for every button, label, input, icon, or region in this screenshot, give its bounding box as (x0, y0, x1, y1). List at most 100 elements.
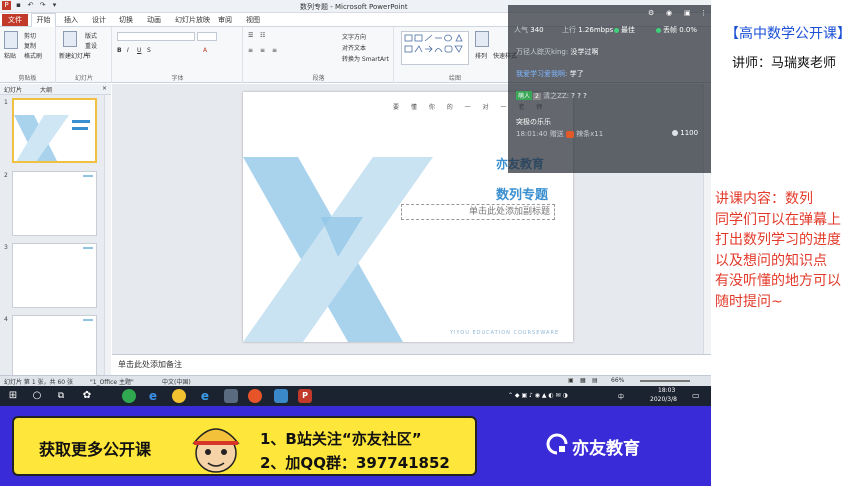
teacher-info-panel: 【高中数学公开课】 讲师：马瑞爽老师 讲课内容：数列 同学们可以在弹幕上 打出数… (711, 0, 864, 486)
powerpoint-icon[interactable]: P (298, 389, 312, 403)
tab-transitions[interactable]: 切换 (119, 15, 133, 25)
arrange-icon[interactable] (475, 31, 489, 47)
tab-view[interactable]: 视图 (246, 15, 260, 25)
status-bar: 幻灯片 第 1 张，共 60 张 "1_Office 主题" 中文(中国) ▣ … (0, 375, 711, 386)
firefox-icon[interactable] (248, 389, 262, 403)
new-slide-icon[interactable] (63, 31, 77, 47)
chat-text: 没学过啊 (570, 48, 599, 56)
cut-button[interactable]: 剪切 (24, 31, 36, 40)
smartart-button[interactable]: 转换为 SmartArt (342, 54, 389, 63)
promo-banner: 获取更多公开课 1、B站关注“亦友社区” 2、加QQ群：397741852 亦友… (0, 406, 711, 486)
slide-thumbnail-2[interactable] (12, 171, 97, 236)
slide-thumbnail-1[interactable] (12, 98, 97, 163)
tab-design[interactable]: 设计 (92, 15, 106, 25)
align-center-icon[interactable]: ≡ (260, 47, 265, 54)
slide-thumb-art (14, 115, 90, 161)
ie-icon[interactable]: e (198, 389, 212, 403)
drawing-group: 排列 快速样式 绘图 (395, 27, 517, 83)
gift-time: 18:01:40 (516, 130, 548, 138)
quick-access-toolbar: P ▪ ↶ ↷ ▾ (2, 1, 59, 10)
quality-value: 最佳 (621, 26, 635, 34)
reading-view-icon[interactable]: ▤ (592, 377, 598, 384)
format-painter-button[interactable]: 格式刷 (24, 51, 42, 60)
notes-placeholder: 单击此处添加备注 (118, 360, 182, 369)
tab-review[interactable]: 审阅 (218, 15, 232, 25)
language-indicator[interactable]: 中文(中国) (162, 377, 191, 386)
ppt-logo-icon[interactable]: P (2, 1, 11, 10)
gift-action: 赠送 (549, 130, 564, 138)
italic-icon[interactable]: I (127, 47, 129, 54)
chrome-icon[interactable] (172, 389, 186, 403)
undo-icon[interactable]: ↶ (26, 1, 35, 10)
edge-icon[interactable]: e (146, 389, 160, 403)
underline-icon[interactable]: U (137, 47, 141, 54)
section-button[interactable]: 节 (85, 51, 91, 60)
quality-stat: 最佳 (614, 25, 635, 35)
numbering-icon[interactable]: ☷ (260, 32, 265, 39)
shadow-icon[interactable]: S (147, 47, 151, 54)
slide-thumb-art (83, 319, 93, 321)
browser-360-icon[interactable] (122, 389, 136, 403)
tab-slideshow[interactable]: 幻灯片放映 (175, 15, 210, 25)
customize-qat-icon[interactable]: ▾ (50, 1, 59, 10)
redo-icon[interactable]: ↷ (38, 1, 47, 10)
slide-thumbnails: 1 2 3 4 (0, 95, 111, 375)
notification-icon[interactable]: ▭ (692, 391, 700, 400)
close-panel-icon[interactable]: × (102, 85, 107, 92)
app-icon[interactable] (224, 389, 238, 403)
tab-insert[interactable]: 插入 (64, 15, 78, 25)
layout-button[interactable]: 版式 (85, 31, 97, 40)
start-icon[interactable]: ⊞ (6, 389, 20, 403)
slide-thumbnail-3[interactable] (12, 243, 97, 308)
settings-icon[interactable]: ⚙ (648, 9, 654, 17)
promo-box: 获取更多公开课 1、B站关注“亦友社区” 2、加QQ群：397741852 (12, 416, 477, 476)
search-icon[interactable]: ○ (30, 389, 44, 403)
drop-stat: 丢帧 0.0% (656, 25, 697, 35)
align-left-icon[interactable]: ≡ (248, 47, 253, 54)
font-size-select[interactable] (197, 32, 217, 41)
tab-outline-panel[interactable]: 大纲 (40, 85, 52, 94)
clock-date[interactable]: 2020/3/8 (650, 396, 677, 403)
task-view-icon[interactable]: ⧉ (54, 389, 68, 403)
clock-time[interactable]: 18:03 (658, 387, 675, 394)
slides-group: 新建幻灯片 版式 重设 节 幻灯片 (57, 27, 112, 83)
tab-slides-panel[interactable]: 幻灯片 (4, 85, 22, 94)
thumb-number: 2 (4, 172, 8, 179)
bullets-icon[interactable]: ☰ (248, 32, 253, 39)
slide-thumbnail-4[interactable] (12, 315, 97, 375)
thumbnails-scrollbar[interactable] (104, 95, 111, 375)
font-name-select[interactable] (117, 32, 195, 41)
chat-user: 万径人踪灭king (516, 48, 566, 56)
drawing-group-label: 绘图 (448, 75, 461, 82)
reset-button[interactable]: 重设 (85, 41, 97, 50)
gift-item: 辣条x11 (576, 130, 604, 138)
app-icon[interactable] (274, 389, 288, 403)
ime-indicator[interactable]: 中 (618, 392, 624, 401)
notes-pane[interactable]: 单击此处添加备注 (112, 354, 711, 374)
font-color-icon[interactable]: A (203, 47, 207, 54)
lock-icon[interactable]: ◉ (666, 9, 672, 17)
save-icon[interactable]: ▪ (14, 1, 23, 10)
copy-button[interactable]: 复制 (24, 41, 36, 50)
tab-file[interactable]: 文件 (2, 14, 28, 26)
zoom-level[interactable]: 66% (611, 377, 624, 384)
app-icon[interactable]: ✿ (80, 389, 94, 403)
normal-view-icon[interactable]: ▣ (568, 377, 574, 384)
shapes-gallery[interactable] (401, 31, 469, 65)
filter-icon[interactable]: ▣ (684, 9, 691, 17)
tab-animations[interactable]: 动画 (147, 15, 161, 25)
align-right-icon[interactable]: ≡ (272, 47, 277, 54)
bold-icon[interactable]: B (117, 47, 122, 54)
sorter-view-icon[interactable]: ▦ (580, 377, 586, 384)
tab-home[interactable]: 开始 (31, 13, 56, 27)
more-icon[interactable]: ⋮ (700, 9, 707, 17)
zoom-slider[interactable] (640, 380, 690, 382)
tray-icons[interactable]: ⌃ ◆ ▣ ♪ ◉ ▲ ◐ ✉ ◑ (508, 392, 568, 399)
slide-title[interactable]: 数列专题 (496, 184, 548, 203)
subtitle-placeholder[interactable]: 单击此处添加副标题 (401, 204, 555, 220)
arrange-button[interactable]: 排列 (475, 51, 487, 60)
text-direction-button[interactable]: 文字方向 (342, 32, 366, 41)
align-text-button[interactable]: 对齐文本 (342, 43, 366, 52)
thumb-number: 4 (4, 316, 8, 323)
paste-icon[interactable] (4, 31, 18, 49)
